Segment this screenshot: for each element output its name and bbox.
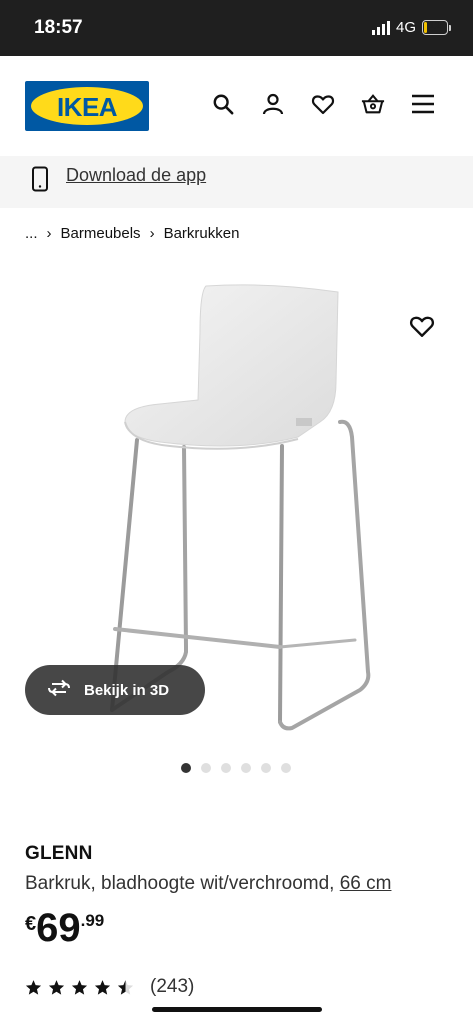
product-gallery[interactable]: Bekijk in 3D [0, 262, 473, 752]
gallery-pagination [181, 763, 291, 773]
price-decimals: .99 [80, 911, 105, 930]
search-icon[interactable] [211, 92, 235, 116]
battery-level: 12 [428, 20, 442, 32]
ikea-logo[interactable]: IKEA [25, 81, 149, 131]
rating-stars [25, 979, 134, 996]
header-actions [211, 92, 435, 116]
star-icon [48, 979, 65, 995]
pagination-dot[interactable] [181, 763, 191, 773]
pagination-dot[interactable] [221, 763, 231, 773]
status-time: 18:57 [34, 17, 83, 38]
breadcrumb: ... › Barmeubels › Barkrukken [25, 225, 239, 242]
star-icon [71, 979, 88, 995]
battery-icon: 12 [422, 20, 451, 35]
download-app-banner: Download de app [0, 156, 473, 208]
star-icon [25, 979, 42, 995]
product-price: € 69 .99 [25, 905, 104, 951]
smartphone-icon [31, 166, 49, 197]
cart-basket-icon[interactable] [361, 92, 385, 116]
review-count: (243) [150, 976, 195, 997]
network-label: 4G [395, 19, 416, 36]
price-currency: € [25, 913, 37, 935]
home-indicator [152, 1007, 322, 1012]
breadcrumb-separator: › [46, 225, 52, 242]
logo-text: IKEA [56, 92, 118, 122]
product-rating[interactable]: (243) [25, 976, 194, 998]
breadcrumb-separator: › [149, 225, 155, 242]
pagination-dot[interactable] [261, 763, 271, 773]
status-bar: 18:57 4G 12 [0, 0, 473, 56]
menu-icon[interactable] [411, 92, 435, 116]
view-in-3d-button[interactable]: Bekijk in 3D [25, 665, 205, 715]
account-icon[interactable] [261, 92, 285, 116]
pagination-dot[interactable] [201, 763, 211, 773]
product-description-text: Barkruk, bladhoogte wit/verchroomd, [25, 873, 335, 894]
breadcrumb-item-barkrukken[interactable]: Barkrukken [164, 225, 240, 242]
add-to-favorites-icon[interactable] [409, 313, 435, 339]
status-indicators: 4G 12 [371, 19, 451, 36]
pagination-dot[interactable] [241, 763, 251, 773]
view-in-3d-label: Bekijk in 3D [84, 681, 170, 699]
favorites-heart-icon[interactable] [311, 92, 335, 116]
breadcrumb-ellipsis[interactable]: ... [25, 225, 38, 242]
price-integer: 69 [36, 906, 81, 950]
signal-icon [371, 20, 390, 35]
product-name: GLENN [25, 843, 93, 864]
size-link[interactable]: 66 cm [340, 873, 392, 894]
download-app-link[interactable]: Download de app [66, 165, 206, 186]
pagination-dot[interactable] [281, 763, 291, 773]
rotate-3d-icon [46, 678, 72, 702]
product-description: Barkruk, bladhoogte wit/verchroomd, 66 c… [25, 873, 391, 895]
breadcrumb-item-barmeubels[interactable]: Barmeubels [61, 225, 141, 242]
star-icon [117, 979, 134, 995]
star-icon [94, 979, 111, 995]
site-header: IKEA [0, 56, 473, 156]
